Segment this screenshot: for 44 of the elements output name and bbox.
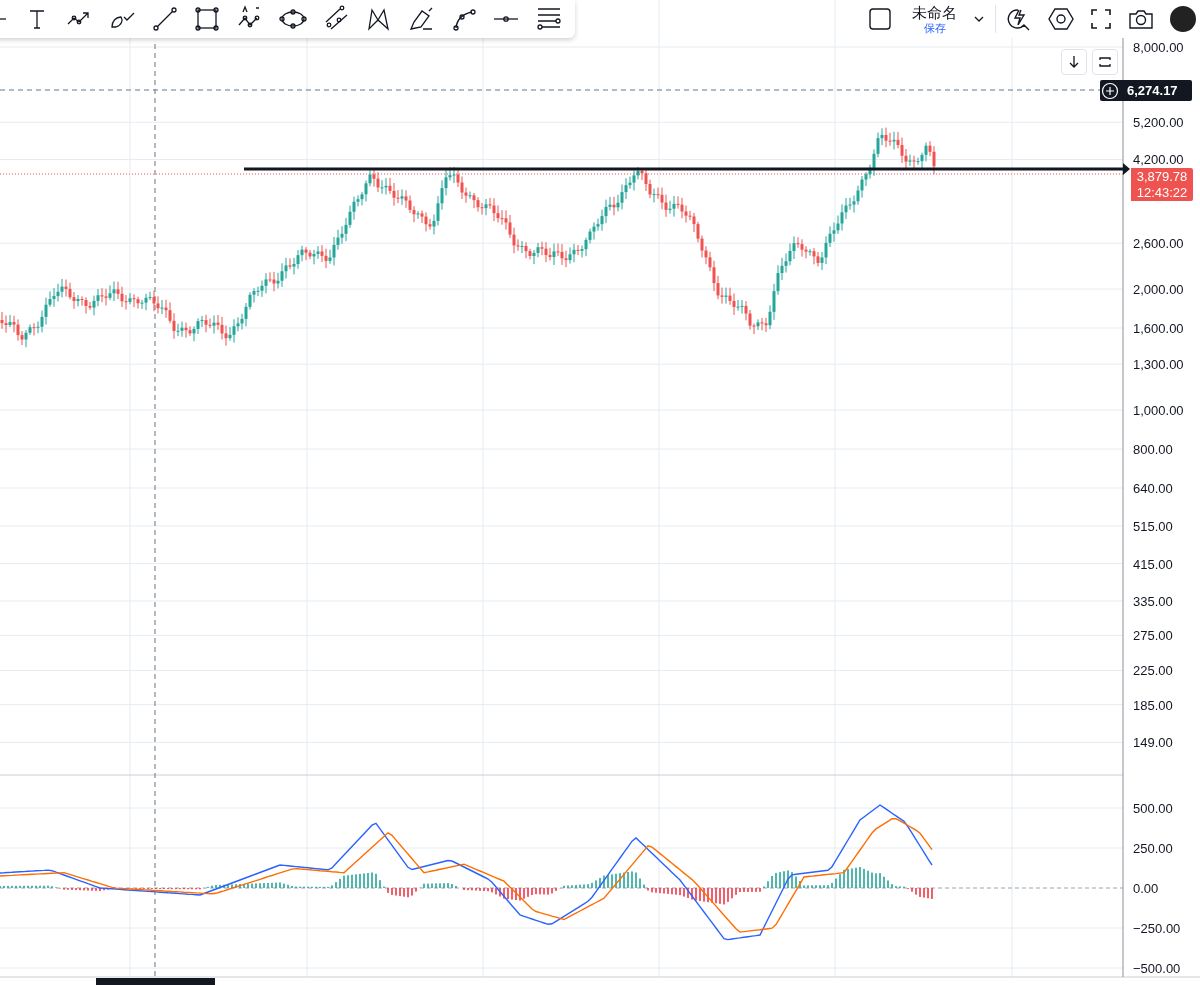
- price-axis-label: 225.00: [1133, 663, 1173, 679]
- rectangle-icon[interactable]: [193, 5, 222, 33]
- price-axis-label: 8,000.00: [1133, 40, 1184, 55]
- price-axis-label: 335.00: [1133, 593, 1173, 609]
- price-axis-label: 515.00: [1133, 518, 1173, 534]
- price-axis-label: 415.00: [1133, 556, 1173, 572]
- price-axis-label: 2,600.00: [1133, 236, 1184, 252]
- price-axis-label: 275.00: [1133, 628, 1173, 644]
- line-icon[interactable]: [150, 5, 179, 33]
- alert-search-icon[interactable]: [1006, 6, 1032, 32]
- reset-chart-button[interactable]: [1092, 49, 1118, 75]
- price-axis-label: 1,600.00: [1133, 321, 1184, 336]
- add-icon[interactable]: [1101, 81, 1119, 100]
- price-axis-label: 1,000.00: [1133, 403, 1184, 419]
- arrow-down-icon[interactable]: [1067, 55, 1081, 69]
- square-icon[interactable]: [868, 7, 892, 31]
- scroll-to-latest-button[interactable]: [1061, 49, 1087, 75]
- macd-axis-label: 250.00: [1133, 841, 1173, 856]
- brackets-icon[interactable]: [1098, 55, 1112, 69]
- settings-icon[interactable]: [1048, 6, 1074, 32]
- macd-axis-label: −250.00: [1133, 921, 1181, 936]
- fullscreen-icon[interactable]: [1090, 8, 1112, 30]
- camera-icon[interactable]: [1128, 7, 1154, 31]
- line-handle-icon[interactable]: [1123, 163, 1130, 175]
- crosshair-price-label: 6,274.17: [1127, 83, 1178, 98]
- price-axis-label: 4,200.00: [1133, 152, 1184, 168]
- price-axis-label: 2,000.00: [1133, 282, 1184, 298]
- avatar[interactable]: [1170, 6, 1196, 32]
- macd-axis-label: 0.00: [1133, 881, 1159, 896]
- price-axis-label: 185.00: [1133, 697, 1173, 713]
- last-price: 3,879.78: [1136, 168, 1188, 185]
- horizontal-line[interactable]: [244, 167, 1123, 171]
- save-link[interactable]: 保存: [923, 21, 946, 35]
- price-axis-label: 1,300.00: [1133, 357, 1184, 373]
- price-axis-label: 5,200.00: [1133, 115, 1184, 131]
- countdown: 12:43:22: [1136, 184, 1188, 201]
- layout-name[interactable]: 未命名: [912, 3, 957, 22]
- price-axis-label: 800.00: [1133, 442, 1173, 457]
- chevron-down-icon[interactable]: [973, 15, 985, 23]
- menu-icon[interactable]: [534, 5, 563, 33]
- macd-axis-label: −500.00: [1133, 961, 1181, 976]
- macd-axis-label: 500.00: [1133, 801, 1173, 816]
- price-axis-label: 640.00: [1133, 480, 1173, 496]
- price-axis-label: 149.00: [1133, 735, 1173, 751]
